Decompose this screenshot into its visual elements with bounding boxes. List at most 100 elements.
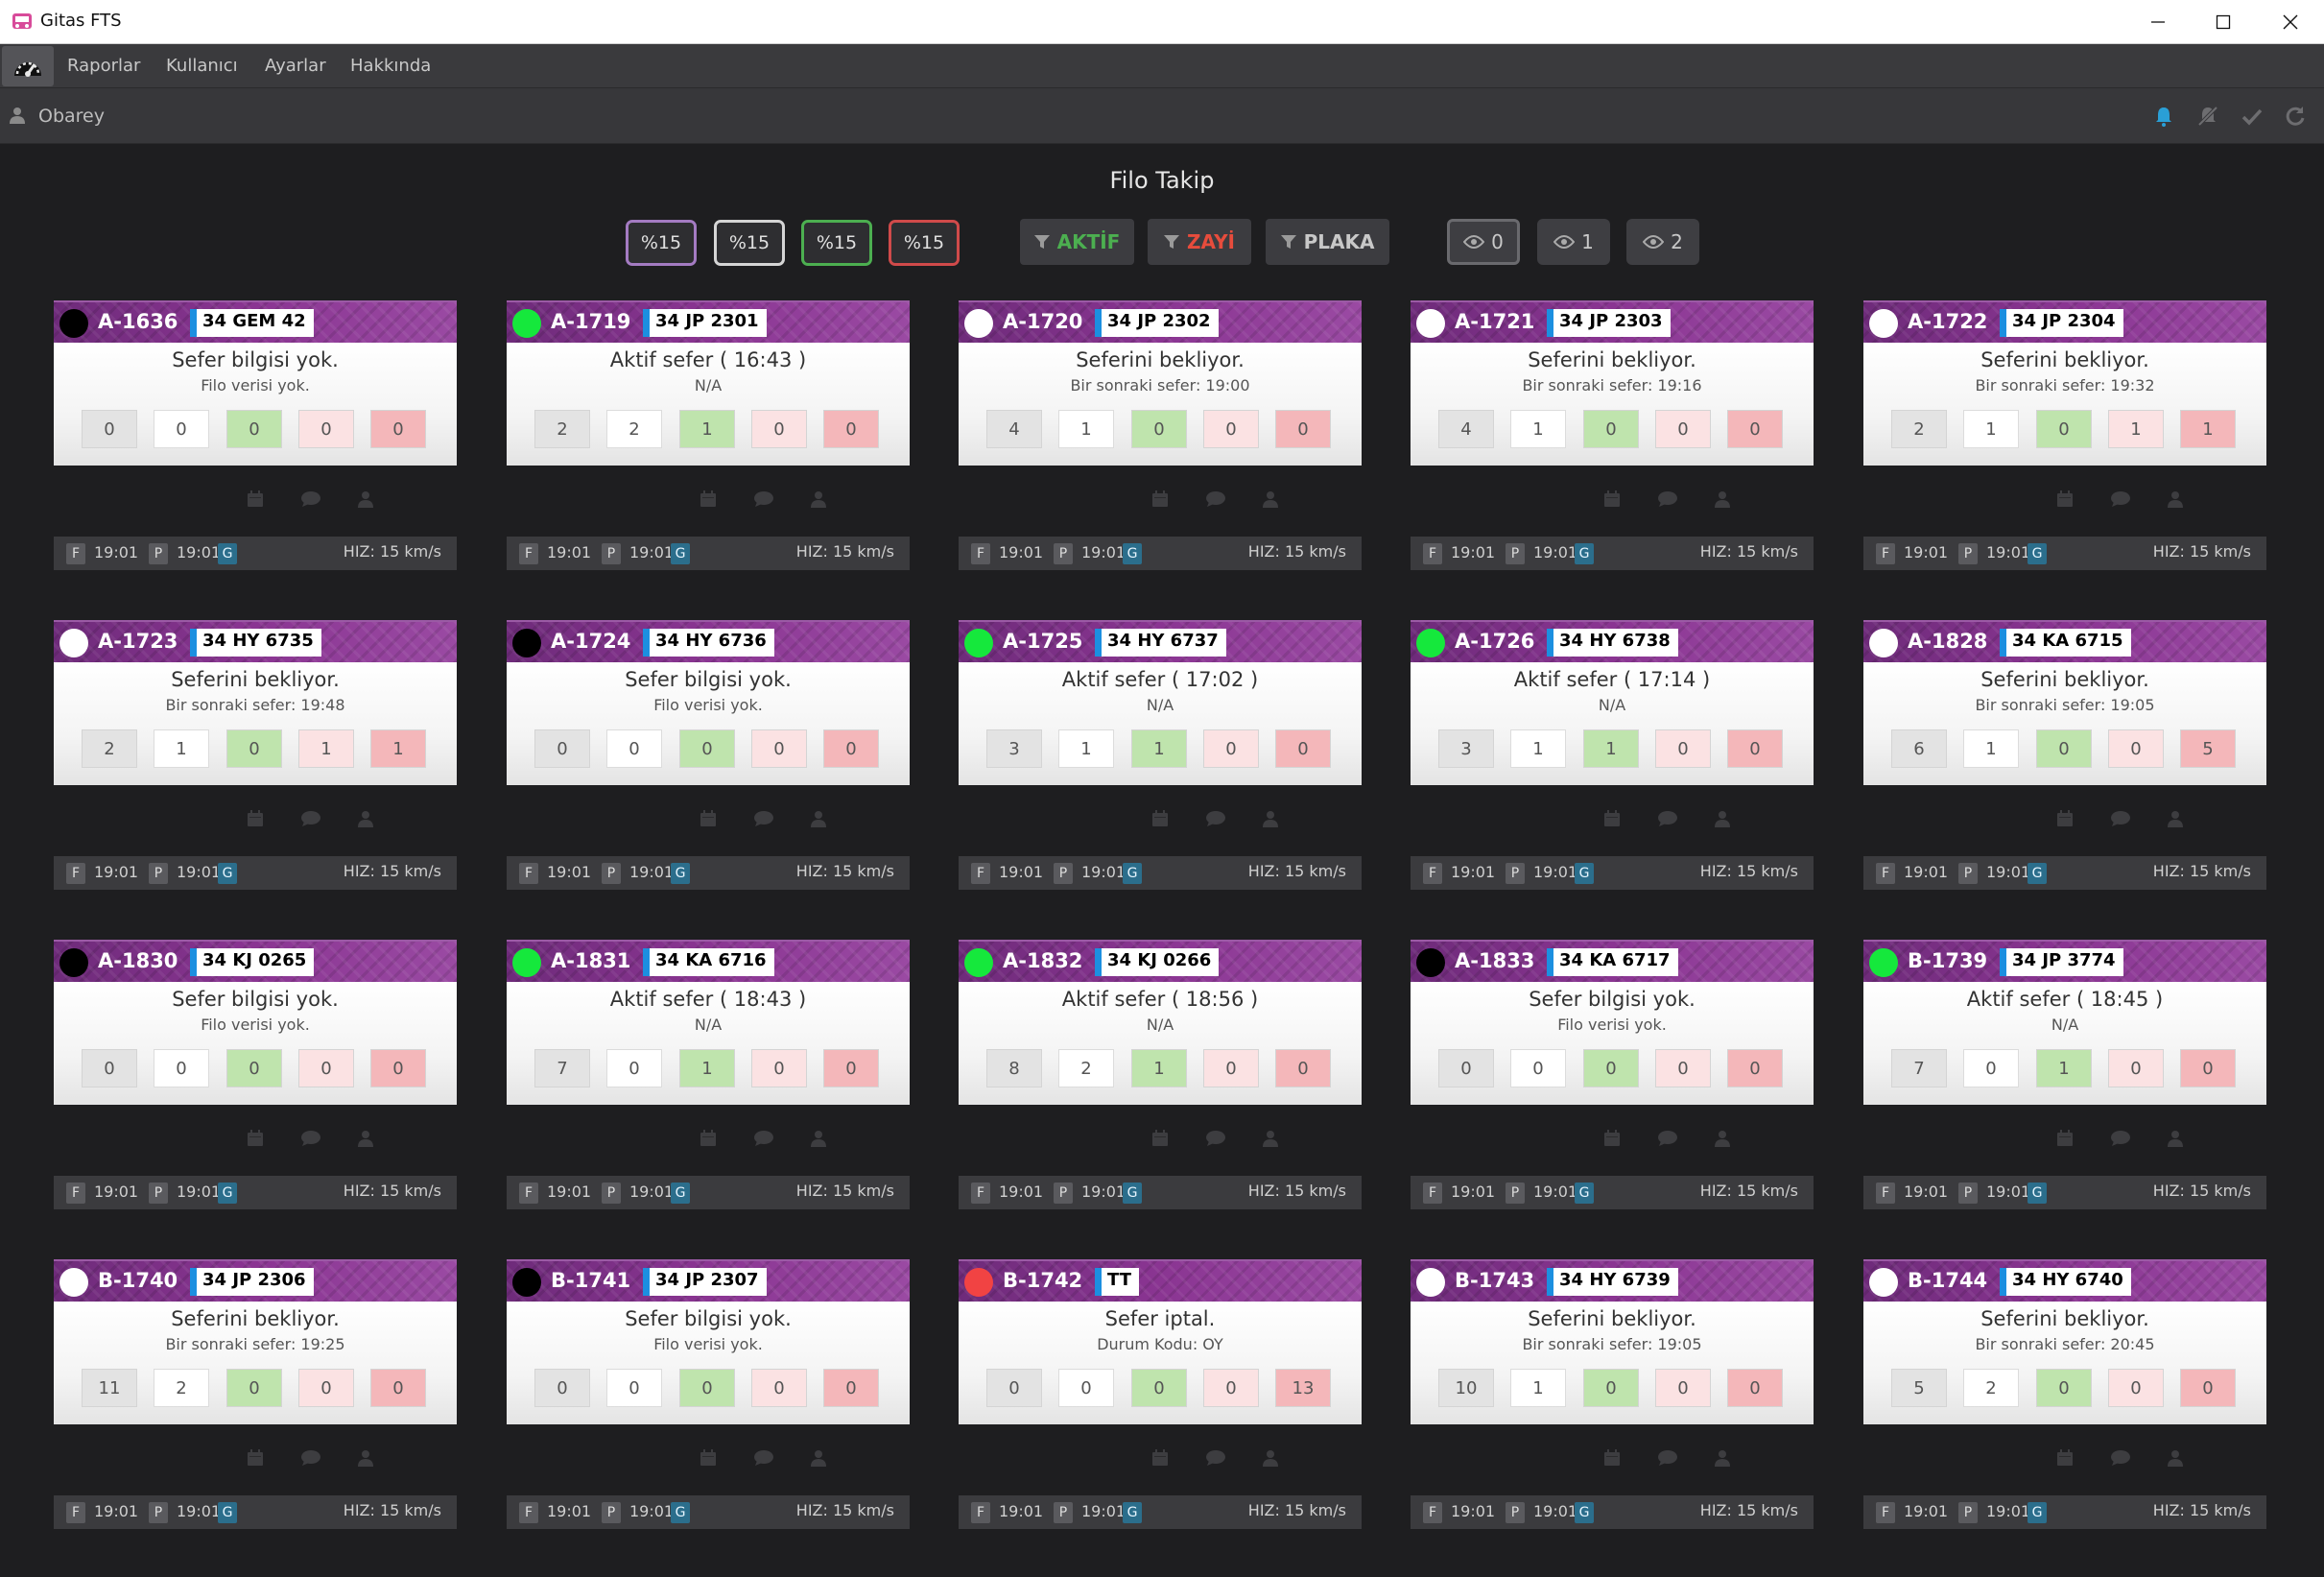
filter-zayi-button[interactable]: ZAYİ	[1148, 219, 1251, 265]
check-icon[interactable]	[2241, 105, 2264, 128]
comment-icon[interactable]	[2107, 487, 2134, 512]
calendar-icon[interactable]	[2051, 487, 2078, 512]
percent-button-2[interactable]: %15	[714, 220, 785, 266]
percent-button-3[interactable]: %15	[801, 220, 872, 266]
comment-icon[interactable]	[750, 1446, 777, 1470]
driver-icon[interactable]	[2162, 1126, 2189, 1151]
calendar-icon[interactable]	[2051, 1126, 2078, 1151]
comment-icon[interactable]	[1202, 1126, 1229, 1151]
driver-icon[interactable]	[352, 487, 379, 512]
comment-icon[interactable]	[1202, 487, 1229, 512]
comment-icon[interactable]	[750, 487, 777, 512]
driver-icon[interactable]	[1709, 1446, 1736, 1470]
calendar-icon[interactable]	[695, 806, 722, 831]
comment-icon[interactable]	[750, 1126, 777, 1151]
bell-icon[interactable]	[2152, 105, 2175, 128]
close-button[interactable]	[2257, 0, 2324, 44]
calendar-icon[interactable]	[1147, 1126, 1174, 1151]
calendar-icon[interactable]	[1599, 1446, 1625, 1470]
filter-aktif-button[interactable]: AKTİF	[1020, 219, 1134, 265]
calendar-icon[interactable]	[1147, 487, 1174, 512]
comment-icon[interactable]	[1654, 1446, 1681, 1470]
vehicle-card[interactable]: A-1719 34 JP 2301 Aktif sefer ( 16:43 ) …	[507, 300, 910, 574]
comment-icon[interactable]	[1654, 1126, 1681, 1151]
vehicle-card[interactable]: A-1830 34 KJ 0265 Sefer bilgisi yok. Fil…	[54, 940, 457, 1213]
vehicle-card[interactable]: A-1721 34 JP 2303 Seferini bekliyor. Bir…	[1411, 300, 1814, 574]
calendar-icon[interactable]	[695, 487, 722, 512]
driver-icon[interactable]	[352, 1126, 379, 1151]
calendar-icon[interactable]	[695, 1446, 722, 1470]
vehicle-card[interactable]: A-1726 34 HY 6738 Aktif sefer ( 17:14 ) …	[1411, 620, 1814, 894]
vehicle-card[interactable]: B-1742 TT Sefer iptal. Durum Kodu: OY 0 …	[959, 1259, 1362, 1533]
driver-icon[interactable]	[2162, 1446, 2189, 1470]
calendar-icon[interactable]	[242, 806, 269, 831]
maximize-button[interactable]	[2190, 0, 2257, 44]
vehicle-card[interactable]: A-1832 34 KJ 0266 Aktif sefer ( 18:56 ) …	[959, 940, 1362, 1213]
calendar-icon[interactable]	[2051, 806, 2078, 831]
calendar-icon[interactable]	[1147, 1446, 1174, 1470]
driver-icon[interactable]	[1709, 806, 1736, 831]
vehicle-card[interactable]: B-1741 34 JP 2307 Sefer bilgisi yok. Fil…	[507, 1259, 910, 1533]
comment-icon[interactable]	[297, 487, 324, 512]
driver-icon[interactable]	[1257, 487, 1284, 512]
vehicle-card[interactable]: B-1744 34 HY 6740 Seferini bekliyor. Bir…	[1863, 1259, 2266, 1533]
calendar-icon[interactable]	[2051, 1446, 2078, 1470]
dashboard-button[interactable]	[2, 46, 54, 86]
comment-icon[interactable]	[297, 806, 324, 831]
percent-button-4[interactable]: %15	[889, 220, 960, 266]
vehicle-card[interactable]: B-1740 34 JP 2306 Seferini bekliyor. Bir…	[54, 1259, 457, 1533]
comment-icon[interactable]	[2107, 1446, 2134, 1470]
menu-ayarlar[interactable]: Ayarlar	[265, 56, 326, 76]
driver-icon[interactable]	[1257, 1446, 1284, 1470]
comment-icon[interactable]	[2107, 1126, 2134, 1151]
menu-kullanici[interactable]: Kullanıcı	[166, 56, 238, 76]
vehicle-card[interactable]: A-1833 34 KA 6717 Sefer bilgisi yok. Fil…	[1411, 940, 1814, 1213]
view-mode-2-button[interactable]: 2	[1626, 219, 1699, 265]
driver-icon[interactable]	[805, 1126, 832, 1151]
driver-icon[interactable]	[352, 1446, 379, 1470]
driver-icon[interactable]	[2162, 806, 2189, 831]
minimize-button[interactable]	[2124, 0, 2192, 44]
comment-icon[interactable]	[1202, 1446, 1229, 1470]
filter-plaka-button[interactable]: PLAKA	[1266, 219, 1389, 265]
driver-icon[interactable]	[2162, 487, 2189, 512]
comment-icon[interactable]	[1654, 806, 1681, 831]
calendar-icon[interactable]	[1599, 487, 1625, 512]
comment-icon[interactable]	[1654, 487, 1681, 512]
view-mode-1-button[interactable]: 1	[1537, 219, 1610, 265]
calendar-icon[interactable]	[242, 1446, 269, 1470]
driver-icon[interactable]	[805, 487, 832, 512]
comment-icon[interactable]	[297, 1126, 324, 1151]
vehicle-card[interactable]: A-1831 34 KA 6716 Aktif sefer ( 18:43 ) …	[507, 940, 910, 1213]
comment-icon[interactable]	[1202, 806, 1229, 831]
vehicle-card[interactable]: A-1828 34 KA 6715 Seferini bekliyor. Bir…	[1863, 620, 2266, 894]
calendar-icon[interactable]	[1599, 1126, 1625, 1151]
driver-icon[interactable]	[1709, 487, 1736, 512]
vehicle-card[interactable]: A-1722 34 JP 2304 Seferini bekliyor. Bir…	[1863, 300, 2266, 574]
vehicle-card[interactable]: B-1743 34 HY 6739 Seferini bekliyor. Bir…	[1411, 1259, 1814, 1533]
calendar-icon[interactable]	[242, 487, 269, 512]
driver-icon[interactable]	[352, 806, 379, 831]
driver-icon[interactable]	[805, 1446, 832, 1470]
driver-icon[interactable]	[1709, 1126, 1736, 1151]
refresh-icon[interactable]	[2284, 105, 2307, 128]
vehicle-card[interactable]: B-1739 34 JP 3774 Aktif sefer ( 18:45 ) …	[1863, 940, 2266, 1213]
comment-icon[interactable]	[750, 806, 777, 831]
view-mode-0-button[interactable]: 0	[1447, 219, 1520, 265]
vehicle-card[interactable]: A-1724 34 HY 6736 Sefer bilgisi yok. Fil…	[507, 620, 910, 894]
driver-icon[interactable]	[1257, 806, 1284, 831]
calendar-icon[interactable]	[1599, 806, 1625, 831]
vehicle-card[interactable]: A-1725 34 HY 6737 Aktif sefer ( 17:02 ) …	[959, 620, 1362, 894]
driver-icon[interactable]	[1257, 1126, 1284, 1151]
bell-slash-icon[interactable]	[2196, 105, 2219, 128]
driver-icon[interactable]	[805, 806, 832, 831]
calendar-icon[interactable]	[242, 1126, 269, 1151]
comment-icon[interactable]	[297, 1446, 324, 1470]
calendar-icon[interactable]	[695, 1126, 722, 1151]
menu-raporlar[interactable]: Raporlar	[67, 56, 140, 76]
vehicle-card[interactable]: A-1723 34 HY 6735 Seferini bekliyor. Bir…	[54, 620, 457, 894]
vehicle-card[interactable]: A-1636 34 GEM 42 Sefer bilgisi yok. Filo…	[54, 300, 457, 574]
menu-hakkinda[interactable]: Hakkında	[350, 56, 431, 76]
vehicle-card[interactable]: A-1720 34 JP 2302 Seferini bekliyor. Bir…	[959, 300, 1362, 574]
comment-icon[interactable]	[2107, 806, 2134, 831]
